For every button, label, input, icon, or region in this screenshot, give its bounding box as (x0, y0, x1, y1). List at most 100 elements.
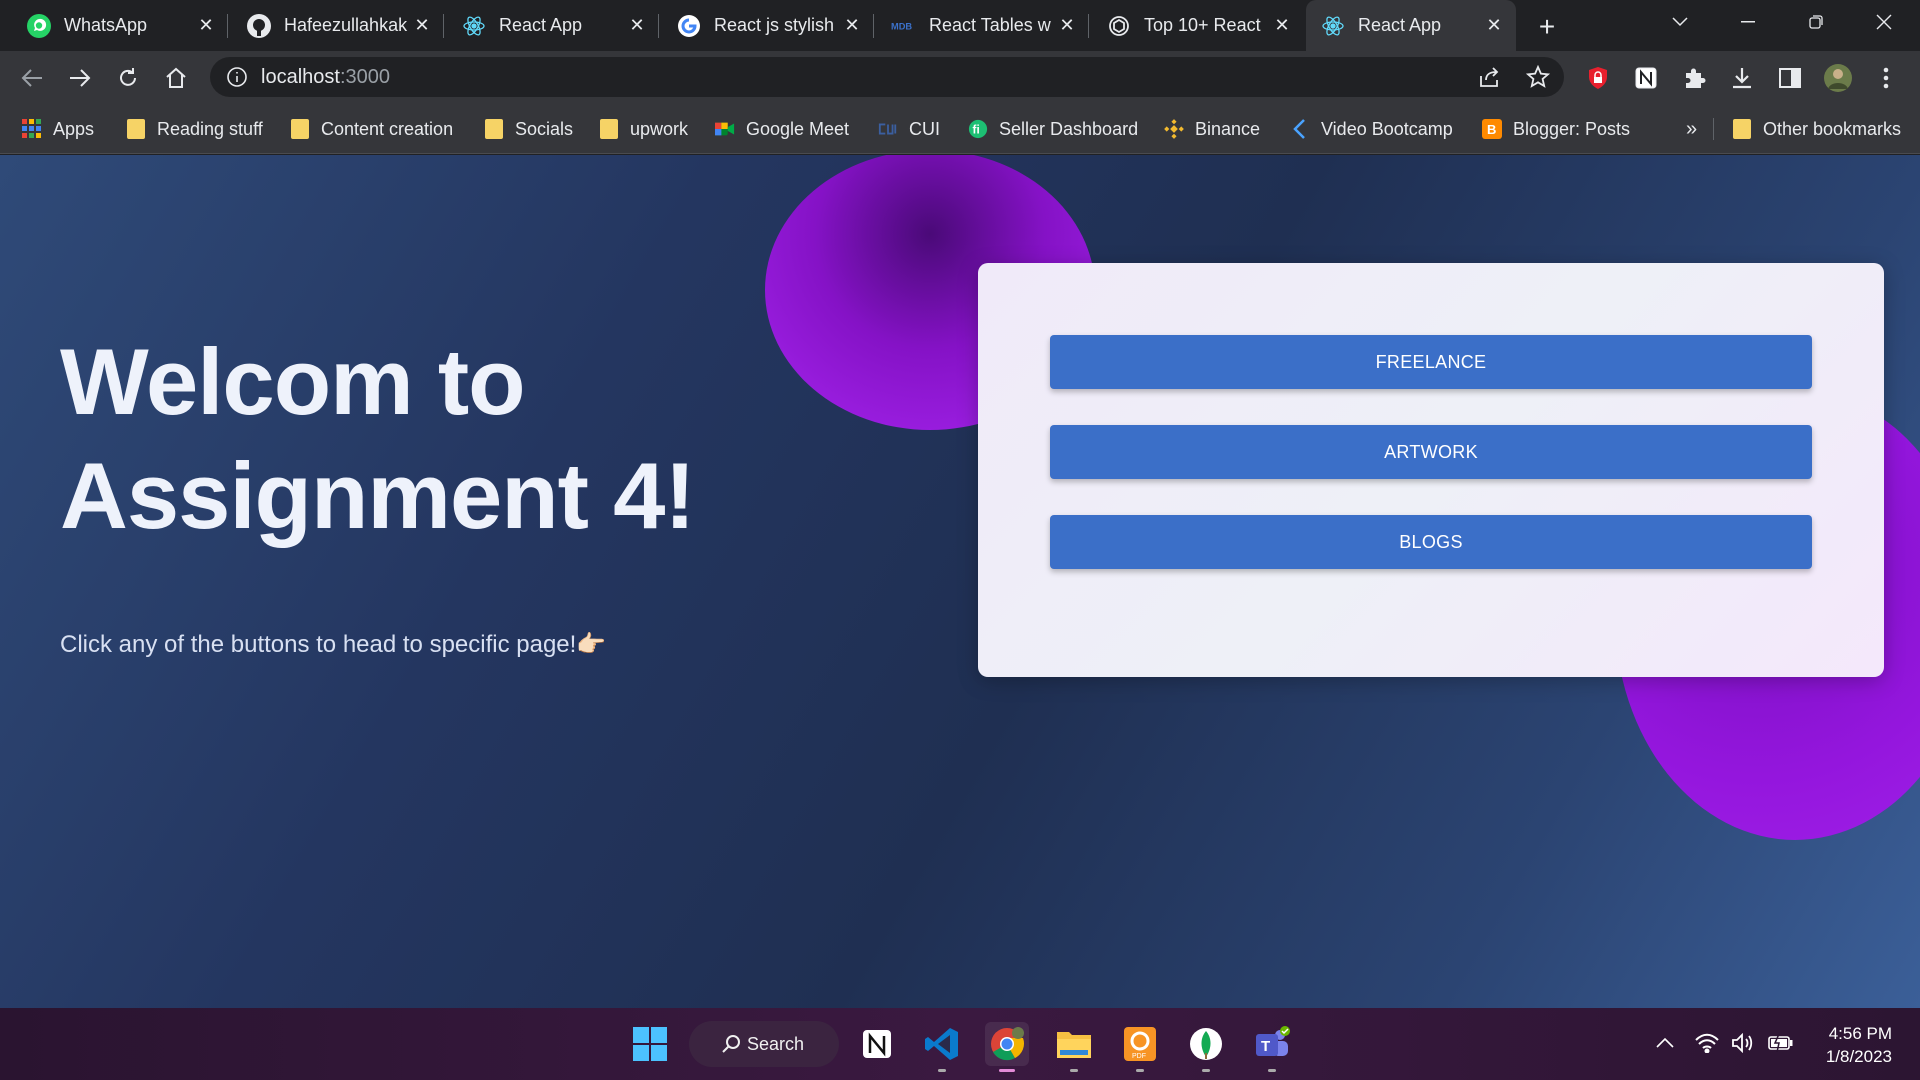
browser-toolbar: localhost:3000 (0, 51, 1920, 104)
url-text: localhost:3000 (261, 66, 390, 89)
volume-icon[interactable] (1728, 1028, 1758, 1058)
side-panel-icon[interactable] (1774, 62, 1806, 94)
page-title-line-1: Welcom to (60, 329, 526, 434)
bookmark-folder-content-creation[interactable]: Content creation (290, 104, 453, 154)
bookmark-label: Socials (515, 118, 574, 139)
page-viewport: Welcom to Assignment 4! Click any of the… (0, 155, 1920, 1008)
tab-react-tables[interactable]: MDB React Tables w ✕ (865, 0, 1089, 51)
close-tab-icon[interactable]: ✕ (625, 14, 649, 38)
bookmarks-overflow-button[interactable]: » (1686, 104, 1697, 154)
show-hidden-icons-chevron-icon[interactable] (1650, 1028, 1680, 1058)
running-indicator (1202, 1069, 1210, 1072)
cui-icon (878, 119, 898, 139)
tab-react-app-active[interactable]: React App ✕ (1306, 0, 1516, 51)
running-indicator (938, 1069, 946, 1072)
bookmark-binance[interactable]: Binance (1164, 104, 1260, 154)
apps-grid-icon (22, 119, 42, 139)
bookmark-blogger-posts[interactable]: B Blogger: Posts (1482, 104, 1630, 154)
notion-app-icon[interactable] (855, 1022, 899, 1066)
home-icon[interactable] (160, 62, 192, 94)
minimize-window-icon[interactable] (1714, 0, 1782, 44)
bookmark-folder-reading-stuff[interactable]: Reading stuff (126, 104, 263, 154)
system-clock[interactable]: 4:56 PM 1/8/2023 (1800, 1022, 1892, 1068)
page-subtitle: Click any of the buttons to head to spec… (60, 631, 607, 658)
tab-react-app-1[interactable]: React App ✕ (435, 0, 659, 51)
clock-date: 1/8/2023 (1825, 1047, 1892, 1066)
bookmark-label: Other bookmarks (1763, 118, 1902, 139)
bookmark-star-icon[interactable] (1525, 64, 1551, 94)
bookmark-folder-socials[interactable]: Socials (484, 104, 573, 154)
blogs-button[interactable]: BLOGS (1050, 515, 1812, 569)
address-bar[interactable]: localhost:3000 (210, 57, 1564, 97)
close-tab-icon[interactable]: ✕ (1055, 14, 1079, 38)
tab-whatsapp[interactable]: WhatsApp ✕ (0, 0, 228, 51)
close-tab-icon[interactable]: ✕ (840, 14, 864, 38)
taskbar-search-button[interactable]: Search (689, 1021, 839, 1067)
url-host: localhost (261, 66, 340, 88)
running-indicator (1136, 1069, 1144, 1072)
extensions-puzzle-icon[interactable] (1678, 62, 1710, 94)
restore-window-icon[interactable] (1782, 0, 1850, 44)
svg-text:B: B (1487, 122, 1496, 137)
bookmark-video-bootcamp[interactable]: Video Bootcamp (1290, 104, 1453, 154)
bookmark-label: Video Bootcamp (1321, 118, 1453, 139)
close-tab-icon[interactable]: ✕ (410, 14, 434, 38)
close-window-icon[interactable] (1850, 0, 1918, 44)
share-icon[interactable] (1478, 66, 1502, 93)
teams-app-icon[interactable]: T (1250, 1022, 1294, 1072)
tab-title: React App (499, 15, 583, 35)
tab-google-search[interactable]: React js stylish ✕ (650, 0, 874, 51)
windows-start-icon[interactable] (628, 1022, 672, 1066)
bookmark-label: Google Meet (746, 118, 850, 139)
bookmark-seller-dashboard[interactable]: fi Seller Dashboard (968, 104, 1138, 154)
tab-search-chevron-icon[interactable] (1646, 0, 1714, 44)
notion-extension-icon[interactable] (1630, 62, 1662, 94)
back-arrow-icon[interactable] (16, 62, 48, 94)
tab-title: Top 10+ React (1144, 15, 1261, 35)
react-icon (1320, 13, 1346, 39)
bookmark-label: CUI (909, 118, 940, 139)
mdb-icon: MDB (891, 13, 917, 39)
chrome-menu-icon[interactable] (1870, 62, 1902, 94)
clock-time: 4:56 PM (1828, 1024, 1892, 1043)
bootcamp-icon (1290, 119, 1310, 139)
folder-icon (599, 119, 619, 139)
tab-top-10-react[interactable]: Top 10+ React ✕ (1080, 0, 1304, 51)
search-label: Search (747, 1033, 805, 1054)
svg-text:T: T (1261, 1038, 1270, 1055)
close-tab-icon[interactable]: ✕ (1270, 14, 1294, 38)
profile-avatar[interactable] (1822, 62, 1854, 94)
bookmark-label: Reading stuff (157, 118, 263, 139)
whatsapp-icon (26, 13, 52, 39)
bookmark-label: upwork (630, 118, 689, 139)
download-icon[interactable] (1726, 62, 1758, 94)
file-explorer-app-icon[interactable] (1052, 1022, 1096, 1072)
mongodb-compass-app-icon[interactable] (1184, 1022, 1228, 1072)
bookmark-other-bookmarks[interactable]: Other bookmarks (1732, 104, 1901, 154)
wifi-icon[interactable] (1692, 1028, 1722, 1058)
tab-github[interactable]: Hafeezullahkak ✕ (220, 0, 444, 51)
bookmark-cui[interactable]: CUI (878, 104, 940, 154)
vscode-app-icon[interactable] (920, 1022, 964, 1072)
bookmark-google-meet[interactable]: Google Meet (715, 104, 849, 154)
svg-text:MDB: MDB (891, 21, 912, 31)
battery-charging-icon[interactable] (1766, 1028, 1796, 1058)
ublock-shield-icon[interactable] (1582, 62, 1614, 94)
bookmark-folder-upwork[interactable]: upwork (599, 104, 688, 154)
forward-arrow-icon[interactable] (64, 62, 96, 94)
close-tab-icon[interactable]: ✕ (194, 14, 218, 38)
pdf-app-icon[interactable]: PDF (1118, 1022, 1162, 1072)
blogger-icon: B (1482, 119, 1502, 139)
artwork-button[interactable]: ARTWORK (1050, 425, 1812, 479)
search-icon (721, 1034, 741, 1054)
freelance-button[interactable]: FREELANCE (1050, 335, 1812, 389)
close-tab-icon[interactable]: ✕ (1482, 14, 1506, 38)
reload-icon[interactable] (112, 62, 144, 94)
site-info-icon[interactable] (226, 66, 248, 88)
svg-text:fi: fi (973, 123, 980, 137)
new-tab-button[interactable]: + (1532, 11, 1562, 42)
chrome-app-icon[interactable] (985, 1022, 1029, 1072)
tab-title: React js stylish (714, 15, 835, 35)
bookmarks-divider (1713, 118, 1714, 140)
bookmark-apps[interactable]: Apps (22, 104, 94, 154)
